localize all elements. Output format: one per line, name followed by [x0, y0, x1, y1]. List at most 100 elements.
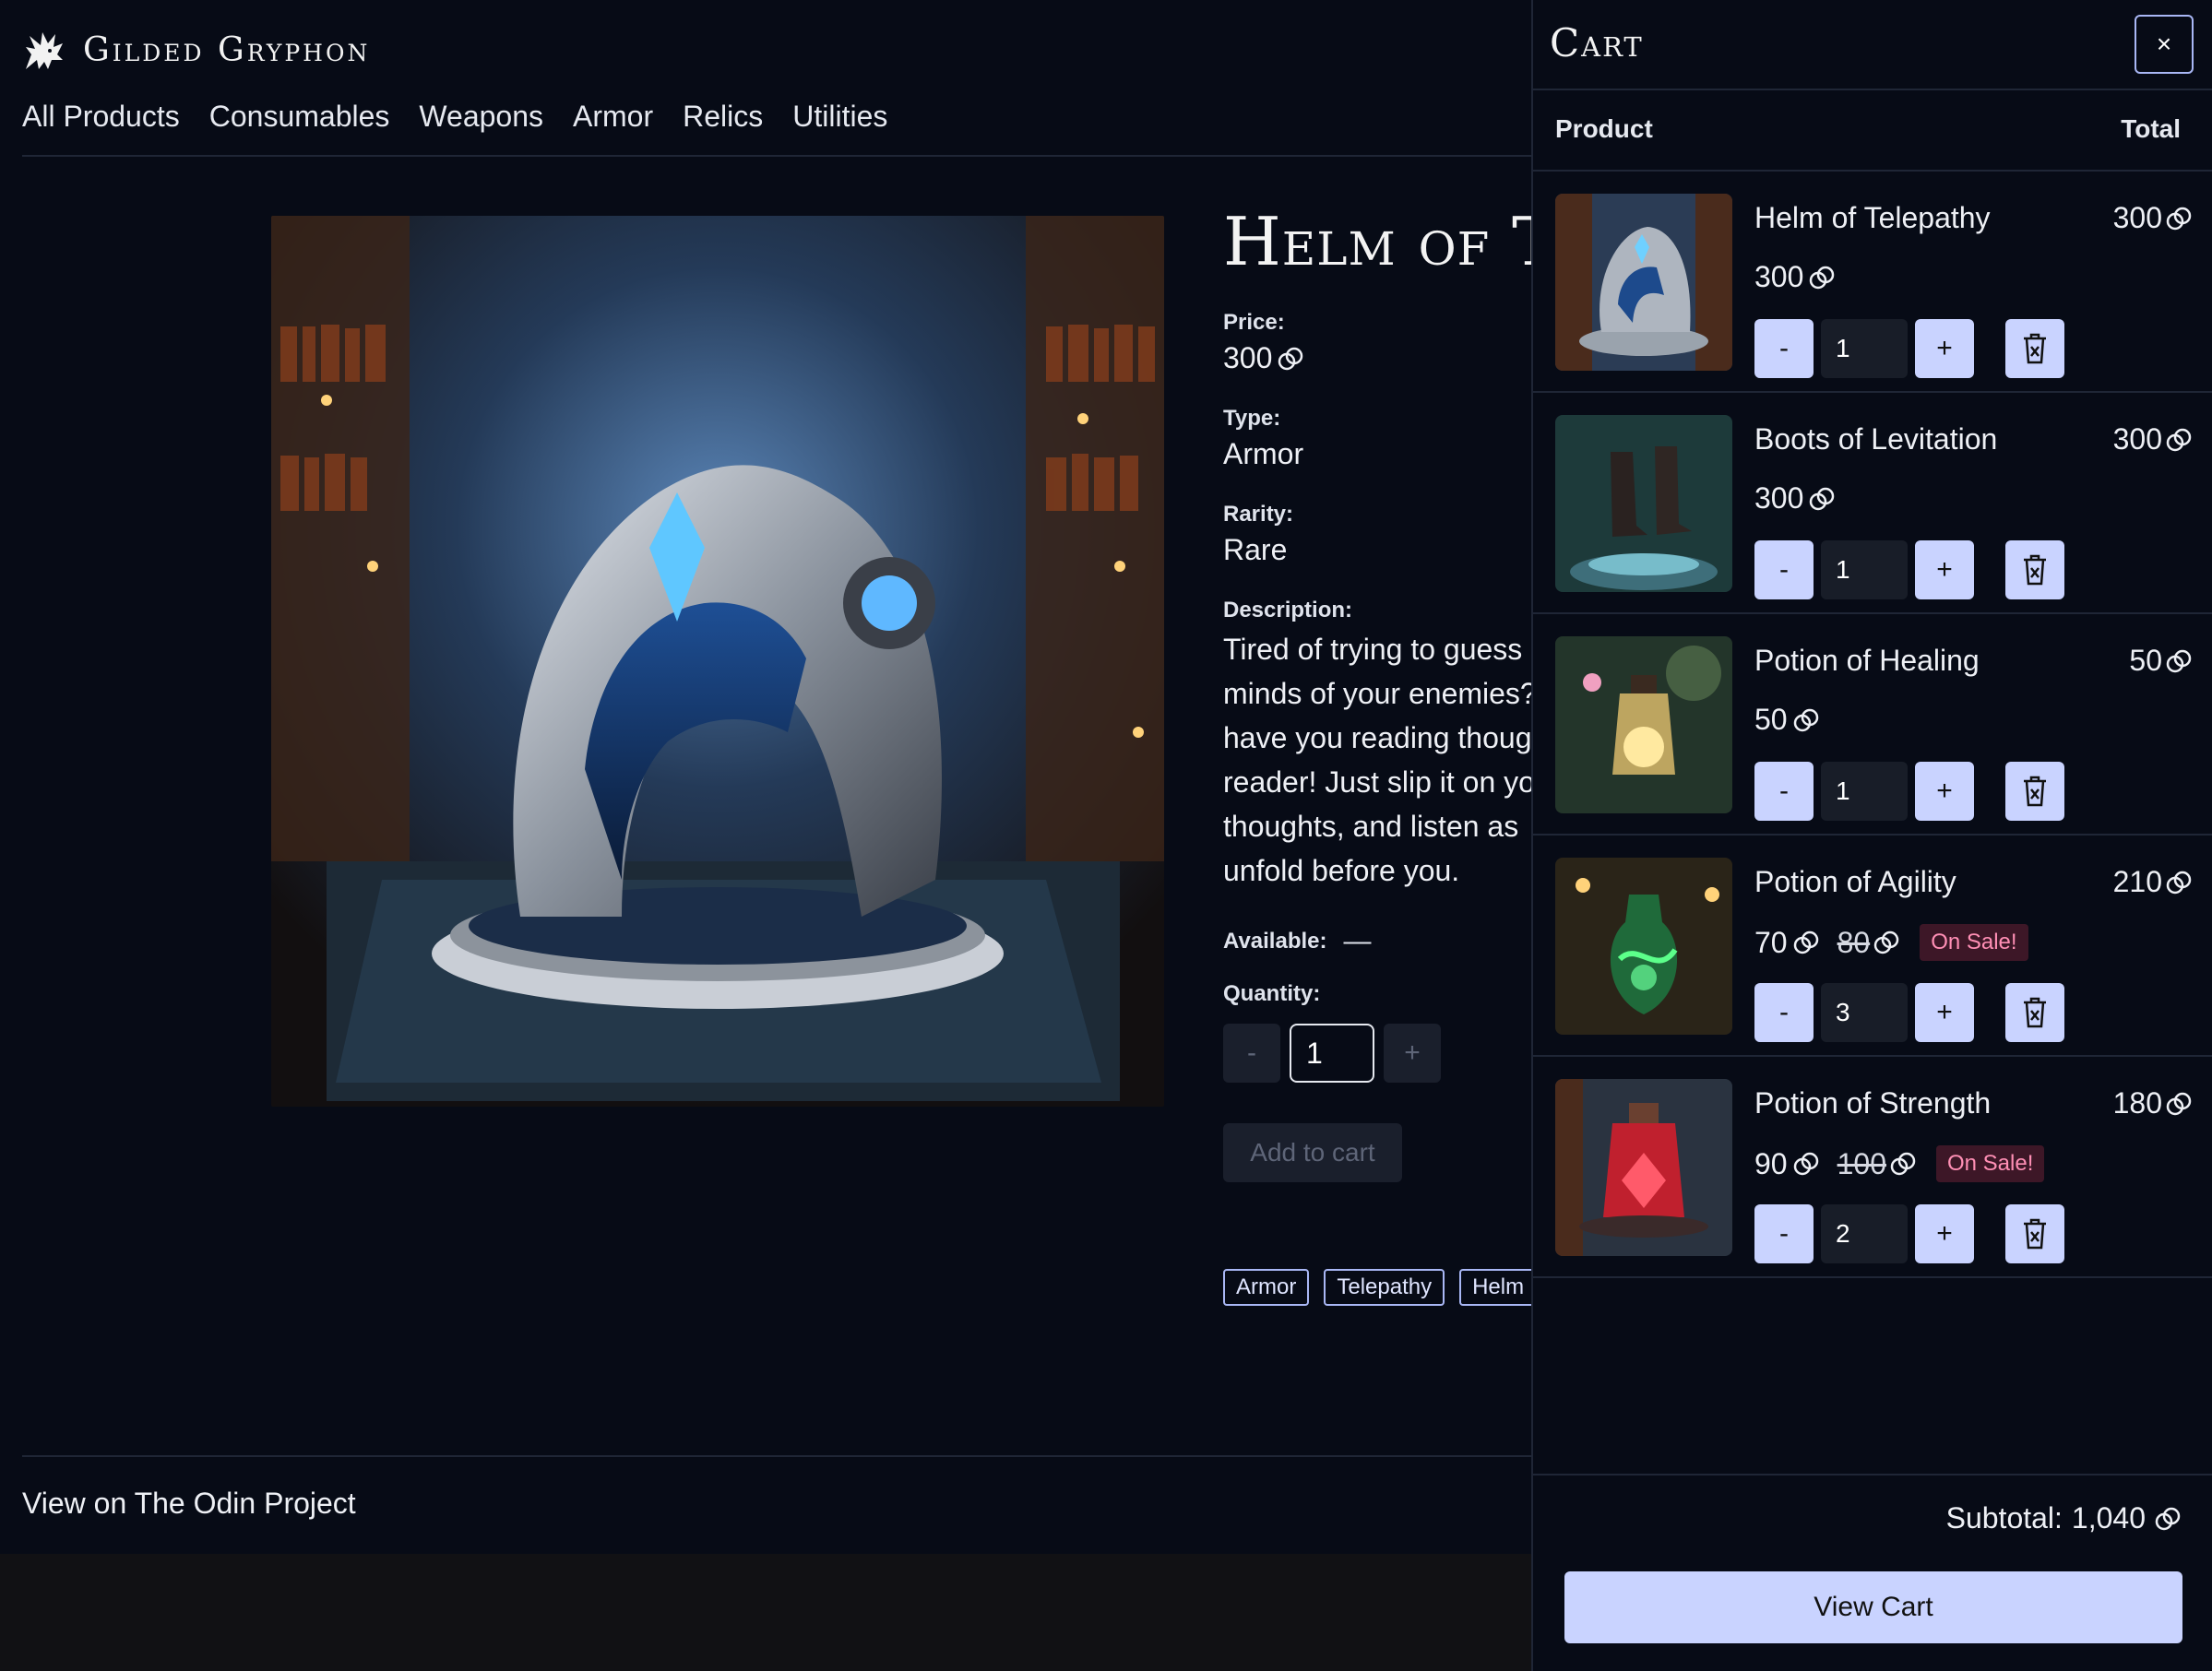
decrement-button[interactable]: -	[1754, 540, 1814, 599]
decrement-button[interactable]: -	[1754, 983, 1814, 1042]
coin-icon	[1793, 707, 1819, 733]
item-price-amount: 300	[1754, 260, 1804, 293]
item-total: 300	[2113, 201, 2192, 235]
item-quantity-input[interactable]: 1	[1821, 540, 1908, 599]
item-price: 300	[1754, 481, 1835, 516]
increment-button[interactable]: +	[1915, 540, 1974, 599]
quantity-stepper: - 1 +	[1223, 1024, 1441, 1083]
item-thumbnail	[1555, 194, 1732, 371]
quantity-decrement-button[interactable]: -	[1223, 1024, 1280, 1083]
cart-panel: Cart × Product Total Helm of Telepathy 3…	[1531, 0, 2212, 1671]
increment-button[interactable]: +	[1915, 1204, 1974, 1263]
cart-item: Helm of Telepathy 300 300 - 1 +	[1533, 172, 2212, 391]
tag-list: Armor Telepathy Helm	[1223, 1269, 1533, 1306]
nav-weapons[interactable]: Weapons	[419, 100, 543, 134]
item-total-amount: 50	[2129, 644, 2162, 677]
cart-divider	[1533, 1474, 2212, 1475]
item-quantity-stepper: - 1 +	[1754, 762, 2064, 821]
column-product: Product	[1555, 114, 1653, 143]
remove-item-button[interactable]	[2005, 540, 2064, 599]
item-name[interactable]: Boots of Levitation	[1754, 422, 1997, 456]
view-cart-button[interactable]: View Cart	[1564, 1571, 2182, 1643]
increment-button[interactable]: +	[1915, 319, 1974, 378]
trash-icon	[2024, 776, 2046, 807]
item-quantity-input[interactable]: 1	[1821, 319, 1908, 378]
trash-icon	[2024, 1218, 2046, 1250]
item-quantity-input[interactable]: 2	[1821, 1204, 1908, 1263]
item-name[interactable]: Potion of Healing	[1754, 644, 1980, 678]
description-line: reader! Just slip it on yo	[1223, 765, 1535, 799]
available-label: Available:	[1223, 929, 1327, 954]
item-total-amount: 300	[2112, 201, 2162, 234]
remove-item-button[interactable]	[2005, 319, 2064, 378]
tag[interactable]: Telepathy	[1324, 1269, 1445, 1306]
item-price-amount: 300	[1754, 481, 1804, 515]
original-price: 80	[1837, 926, 1900, 960]
description-line: Tired of trying to guess	[1223, 633, 1523, 666]
item-price: 70 80 On Sale!	[1754, 924, 2028, 961]
quantity-increment-button[interactable]: +	[1384, 1024, 1441, 1083]
available-value: —	[1343, 926, 1372, 956]
coin-icon	[1873, 930, 1899, 955]
close-icon: ×	[2156, 30, 2172, 58]
coin-icon	[1890, 1151, 1916, 1177]
decrement-button[interactable]: -	[1754, 762, 1814, 821]
coin-icon	[2166, 870, 2192, 895]
item-quantity-stepper: - 2 +	[1754, 1204, 2064, 1263]
item-quantity-stepper: - 3 +	[1754, 983, 2064, 1042]
remove-item-button[interactable]	[2005, 1204, 2064, 1263]
nav-armor[interactable]: Armor	[573, 100, 653, 134]
item-total: 210	[2113, 865, 2192, 899]
subtotal: Subtotal: 1,040	[1946, 1501, 2181, 1535]
type-label: Type:	[1223, 406, 1281, 431]
price-value: 300	[1223, 341, 1303, 375]
increment-button[interactable]: +	[1915, 762, 1974, 821]
original-price: 100	[1837, 1147, 1916, 1181]
item-thumbnail	[1555, 1079, 1732, 1256]
remove-item-button[interactable]	[2005, 762, 2064, 821]
coin-icon	[1809, 486, 1835, 512]
brand[interactable]: Gilded Gryphon	[22, 22, 370, 77]
product-image	[271, 216, 1164, 1107]
coin-icon	[1809, 265, 1835, 290]
nav-relics[interactable]: Relics	[683, 100, 763, 134]
close-button[interactable]: ×	[2135, 15, 2194, 74]
quantity-input[interactable]: 1	[1290, 1024, 1374, 1083]
description-line: have you reading thoug	[1223, 721, 1532, 754]
trash-icon	[2024, 997, 2046, 1028]
item-name[interactable]: Potion of Strength	[1754, 1086, 1991, 1120]
item-total-amount: 300	[2112, 422, 2162, 456]
add-to-cart-button[interactable]: Add to cart	[1223, 1123, 1402, 1182]
coin-icon	[2155, 1506, 2181, 1532]
original-price-amount: 80	[1837, 925, 1871, 959]
item-price-amount: 70	[1754, 925, 1788, 959]
available-row: Available: —	[1223, 926, 1372, 957]
item-total-amount: 210	[2112, 865, 2162, 898]
cart-divider	[1533, 1276, 2212, 1278]
main-nav: All Products Consumables Weapons Armor R…	[22, 100, 887, 134]
item-price-amount: 90	[1754, 1146, 1788, 1180]
item-name[interactable]: Helm of Telepathy	[1754, 201, 1991, 235]
coin-icon	[2166, 427, 2192, 453]
tag[interactable]: Armor	[1223, 1269, 1310, 1306]
description-line: thoughts, and listen as	[1223, 810, 1519, 843]
nav-all-products[interactable]: All Products	[22, 100, 180, 134]
sale-badge: On Sale!	[1920, 924, 2028, 961]
tag[interactable]: Helm	[1459, 1269, 1533, 1306]
column-total: Total	[2121, 114, 2181, 143]
decrement-button[interactable]: -	[1754, 319, 1814, 378]
nav-consumables[interactable]: Consumables	[209, 100, 390, 134]
price-label: Price:	[1223, 310, 1285, 335]
decrement-button[interactable]: -	[1754, 1204, 1814, 1263]
description-line: minds of your enemies?	[1223, 677, 1537, 710]
item-quantity-input[interactable]: 3	[1821, 983, 1908, 1042]
item-price: 300	[1754, 260, 1835, 294]
item-name[interactable]: Potion of Agility	[1754, 865, 1956, 899]
item-quantity-stepper: - 1 +	[1754, 319, 2064, 378]
nav-utilities[interactable]: Utilities	[792, 100, 887, 134]
odin-project-link[interactable]: View on The Odin Project	[22, 1487, 356, 1521]
increment-button[interactable]: +	[1915, 983, 1974, 1042]
item-quantity-input[interactable]: 1	[1821, 762, 1908, 821]
item-total: 50	[2129, 644, 2192, 678]
remove-item-button[interactable]	[2005, 983, 2064, 1042]
